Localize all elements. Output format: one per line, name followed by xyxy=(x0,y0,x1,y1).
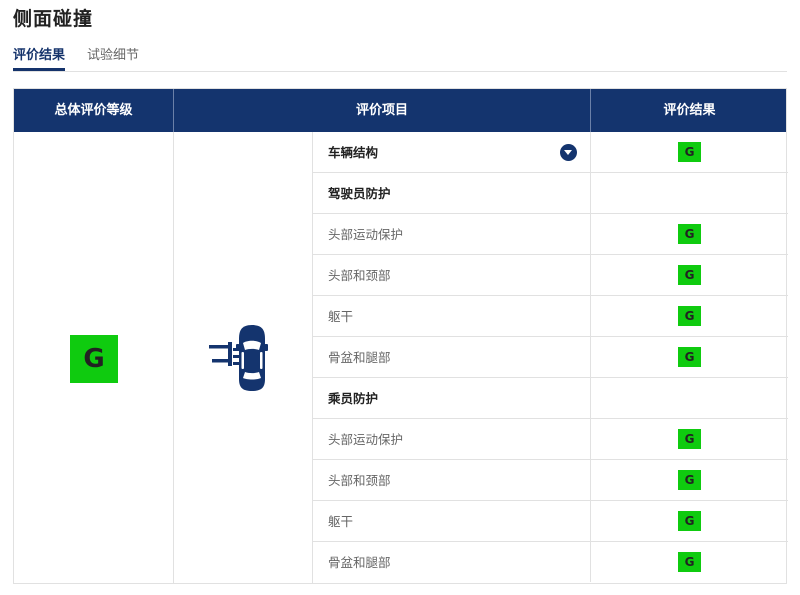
result-cell: G xyxy=(590,542,788,582)
section-label: 驾驶员防护 xyxy=(328,186,391,201)
row-label: 骨盆和腿部 xyxy=(328,555,391,570)
row-label: 头部和颈部 xyxy=(328,473,391,488)
table-row: 躯干 G xyxy=(312,501,788,542)
table-row: 头部和颈部 G xyxy=(312,255,788,296)
side-impact-car-icon xyxy=(209,325,268,391)
column-divider xyxy=(173,132,174,583)
rating-badge: G xyxy=(678,429,701,449)
rating-table: 总体评价等级 评价项目 评价结果 G 车辆结构 G 驾驶员防护 头部运动保护 G… xyxy=(13,88,788,584)
table-row: 乘员防护 xyxy=(312,378,788,419)
row-label: 骨盆和腿部 xyxy=(328,350,391,365)
row-label: 头部运动保护 xyxy=(328,432,404,447)
rating-badge: G xyxy=(678,265,701,285)
row-label: 躯干 xyxy=(328,309,354,324)
table-row: 躯干 G xyxy=(312,296,788,337)
table-header: 总体评价等级 评价项目 评价结果 xyxy=(14,89,786,132)
tab-bar: 评价结果 试验细节 xyxy=(13,42,787,72)
table-row: 车辆结构 G xyxy=(312,132,788,173)
result-cell: G xyxy=(590,337,788,377)
rating-badge: G xyxy=(678,224,701,244)
row-label: 头部和颈部 xyxy=(328,268,391,283)
section-label: 乘员防护 xyxy=(328,391,379,406)
result-cell: G xyxy=(590,460,788,500)
header-evaluation-item: 评价项目 xyxy=(173,89,590,132)
chevron-down-icon[interactable] xyxy=(560,144,577,161)
table-row: 头部运动保护 G xyxy=(312,419,788,460)
rating-badge: G xyxy=(678,511,701,531)
table-row: 骨盆和腿部 G xyxy=(312,337,788,378)
tab-evaluation-results[interactable]: 评价结果 xyxy=(13,44,66,71)
table-row: 头部运动保护 G xyxy=(312,214,788,255)
rating-badge: G xyxy=(678,142,701,162)
result-cell: G xyxy=(590,419,788,459)
rating-badge: G xyxy=(678,470,701,490)
row-label: 躯干 xyxy=(328,514,354,529)
rating-badge: G xyxy=(678,306,701,326)
result-cell: G xyxy=(590,132,788,172)
result-cell: G xyxy=(590,255,788,295)
result-cell xyxy=(590,173,788,213)
page-title: 侧面碰撞 xyxy=(13,8,94,30)
row-label: 车辆结构 xyxy=(328,145,379,160)
rating-badge: G xyxy=(678,347,701,367)
tab-test-details[interactable]: 试验细节 xyxy=(87,44,139,69)
row-label: 头部运动保护 xyxy=(328,227,404,242)
result-cell xyxy=(590,378,788,418)
table-row: 驾驶员防护 xyxy=(312,173,788,214)
header-evaluation-result: 评价结果 xyxy=(590,89,788,132)
overall-rating-badge: G xyxy=(70,335,118,383)
result-cell: G xyxy=(590,214,788,254)
rating-badge: G xyxy=(678,552,701,572)
result-cell: G xyxy=(590,296,788,336)
table-row: 骨盆和腿部 G xyxy=(312,542,788,583)
result-cell: G xyxy=(590,501,788,541)
header-overall-rating: 总体评价等级 xyxy=(54,103,133,118)
evaluation-rows: 车辆结构 G 驾驶员防护 头部运动保护 G 头部和颈部 G 躯干 G 骨盆和腿部… xyxy=(312,132,788,583)
table-row: 头部和颈部 G xyxy=(312,460,788,501)
